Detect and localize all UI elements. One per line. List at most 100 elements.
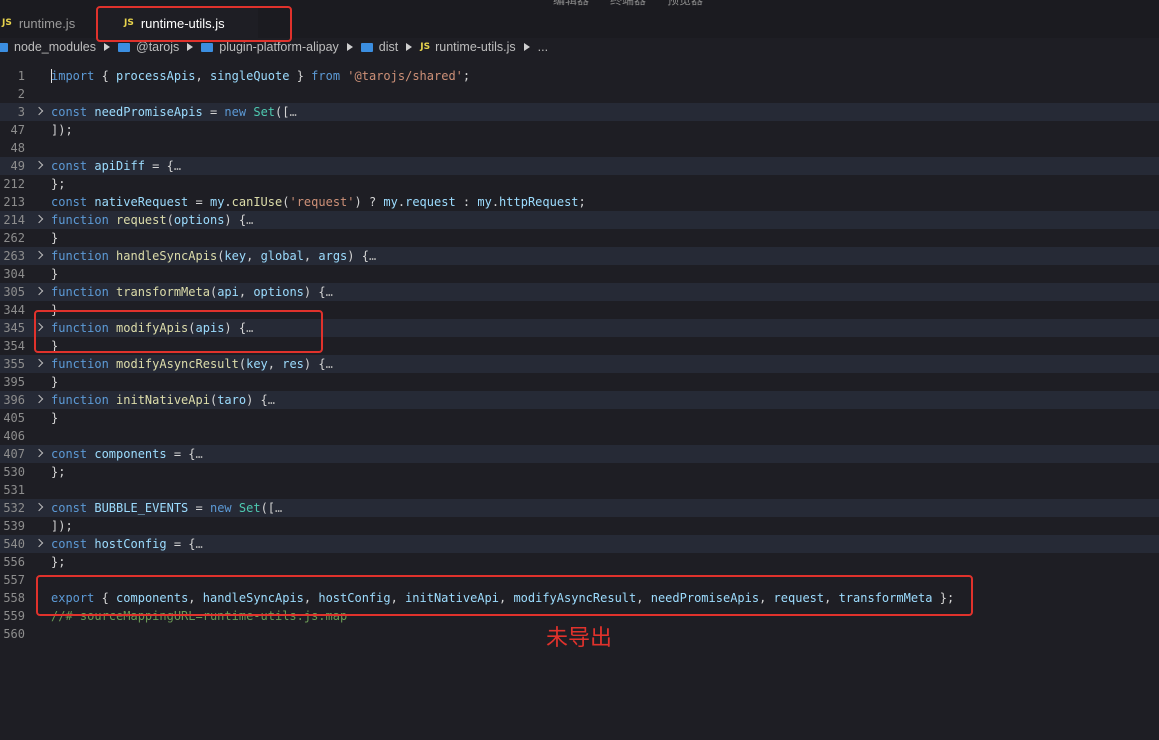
code-line[interactable]: 212}; (0, 175, 1159, 193)
code-token: , (246, 249, 261, 263)
breadcrumb-item-file[interactable]: JS runtime-utils.js (420, 40, 515, 54)
code-token: ; (462, 69, 471, 83)
line-number: 304 (3, 267, 25, 281)
tab-runtime-js[interactable]: JS runtime.js (0, 8, 94, 38)
line-number: 49 (10, 159, 25, 173)
code-token: } (289, 69, 312, 83)
code-text: const nativeRequest = my.canIUse('reques… (51, 193, 586, 211)
code-line[interactable]: 530}; (0, 463, 1159, 481)
code-token: function (51, 285, 109, 299)
code-line[interactable]: 395} (0, 373, 1159, 391)
breadcrumb-item-plugin[interactable]: plugin-platform-alipay (201, 40, 339, 54)
code-token: : (455, 195, 478, 209)
fold-chevron-icon[interactable] (34, 394, 44, 404)
code-token: options (253, 285, 304, 299)
menu-item-2[interactable]: 预览器 (667, 0, 703, 8)
code-token: transformMeta (116, 285, 210, 299)
code-token: = { (166, 537, 196, 551)
code-token: }; (51, 555, 66, 569)
code-line[interactable]: 556}; (0, 553, 1159, 571)
tab-label: runtime.js (18, 15, 76, 31)
code-token: , (195, 69, 210, 83)
line-number: 539 (3, 519, 25, 533)
code-text: function transformMeta(api, options) {… (51, 283, 333, 301)
menu-item-1[interactable]: 终端器 (610, 0, 646, 8)
code-line[interactable]: 532 const BUBBLE_EVENTS = new Set([… (0, 499, 1159, 517)
fold-chevron-icon[interactable] (34, 286, 44, 296)
code-token: function (51, 393, 109, 407)
highlight-box-export-line (36, 575, 973, 616)
code-token: ) { (224, 213, 247, 227)
code-token: }; (51, 465, 66, 479)
fold-chevron-icon[interactable] (34, 250, 44, 260)
line-number: 354 (3, 339, 25, 353)
code-line[interactable]: 262} (0, 229, 1159, 247)
chevron-right-icon (187, 43, 194, 51)
code-token: Set (238, 501, 261, 515)
code-text: const components = {… (51, 445, 203, 463)
line-number: 556 (3, 555, 25, 569)
code-token: ) ? (354, 195, 384, 209)
code-token: const (51, 447, 88, 461)
code-line[interactable]: 539]); (0, 517, 1159, 535)
code-text: function modifyAsyncResult(key, res) {… (51, 355, 333, 373)
breadcrumb-label: dist (378, 40, 399, 54)
line-number: 305 (3, 285, 25, 299)
code-line[interactable]: 214 function request(options) {… (0, 211, 1159, 229)
code-text: import { processApis, singleQuote } from… (51, 67, 470, 85)
fold-chevron-icon[interactable] (34, 358, 44, 368)
line-number: 3 (17, 105, 25, 119)
code-token: request (116, 213, 167, 227)
code-token: const (51, 501, 88, 515)
code-line[interactable]: 304} (0, 265, 1159, 283)
code-token: function (51, 357, 109, 371)
code-text: function initNativeApi(taro) {… (51, 391, 275, 409)
line-number: 540 (3, 537, 25, 551)
code-token: processApis (116, 69, 196, 83)
code-text: } (51, 265, 58, 283)
breadcrumb-item-node-modules[interactable]: node_modules (0, 40, 96, 54)
fold-chevron-icon[interactable] (34, 538, 44, 548)
line-number: 214 (3, 213, 25, 227)
code-line[interactable]: 540 const hostConfig = {… (0, 535, 1159, 553)
code-token: Set (253, 105, 276, 119)
code-line[interactable]: 49 const apiDiff = {… (0, 157, 1159, 175)
code-token: … (368, 249, 377, 263)
code-line[interactable]: 2 (0, 85, 1159, 103)
breadcrumb-label: @tarojs (136, 40, 180, 54)
code-line[interactable]: 405} (0, 409, 1159, 427)
code-line[interactable]: 48 (0, 139, 1159, 157)
line-number: 47 (10, 123, 25, 137)
code-line[interactable]: 407 const components = {… (0, 445, 1159, 463)
fold-chevron-icon[interactable] (34, 502, 44, 512)
menu-item-0[interactable]: 编辑器 (553, 0, 589, 8)
breadcrumb-item-more[interactable]: ... (538, 40, 548, 54)
code-token: ([ (275, 105, 290, 119)
breadcrumb-item-dist[interactable]: dist (360, 40, 399, 54)
code-token: httpRequest (499, 195, 579, 209)
line-number: 557 (3, 573, 25, 587)
code-line[interactable]: 305 function transformMeta(api, options) … (0, 283, 1159, 301)
fold-chevron-icon[interactable] (34, 214, 44, 224)
code-line[interactable]: 531 (0, 481, 1159, 499)
code-line[interactable]: 396 function initNativeApi(taro) {… (0, 391, 1159, 409)
code-token: const (51, 537, 88, 551)
code-text: } (51, 373, 58, 391)
code-token: … (267, 393, 276, 407)
code-line[interactable]: 406 (0, 427, 1159, 445)
code-line[interactable]: 47]); (0, 121, 1159, 139)
fold-chevron-icon[interactable] (34, 106, 44, 116)
fold-chevron-icon[interactable] (34, 448, 44, 458)
code-token: from (311, 69, 341, 83)
code-line[interactable]: 3 const needPromiseApis = new Set([… (0, 103, 1159, 121)
fold-chevron-icon[interactable] (34, 160, 44, 170)
code-line[interactable]: 1 import { processApis, singleQuote } fro… (0, 67, 1159, 85)
code-line[interactable]: 263 function handleSyncApis(key, global, … (0, 247, 1159, 265)
code-token: function (51, 249, 109, 263)
code-line[interactable]: 213 const nativeRequest = my.canIUse('req… (0, 193, 1159, 211)
breadcrumb-item-tarojs[interactable]: @tarojs (118, 40, 179, 54)
code-token: , (238, 285, 254, 299)
code-line[interactable]: 355 function modifyAsyncResult(key, res) … (0, 355, 1159, 373)
